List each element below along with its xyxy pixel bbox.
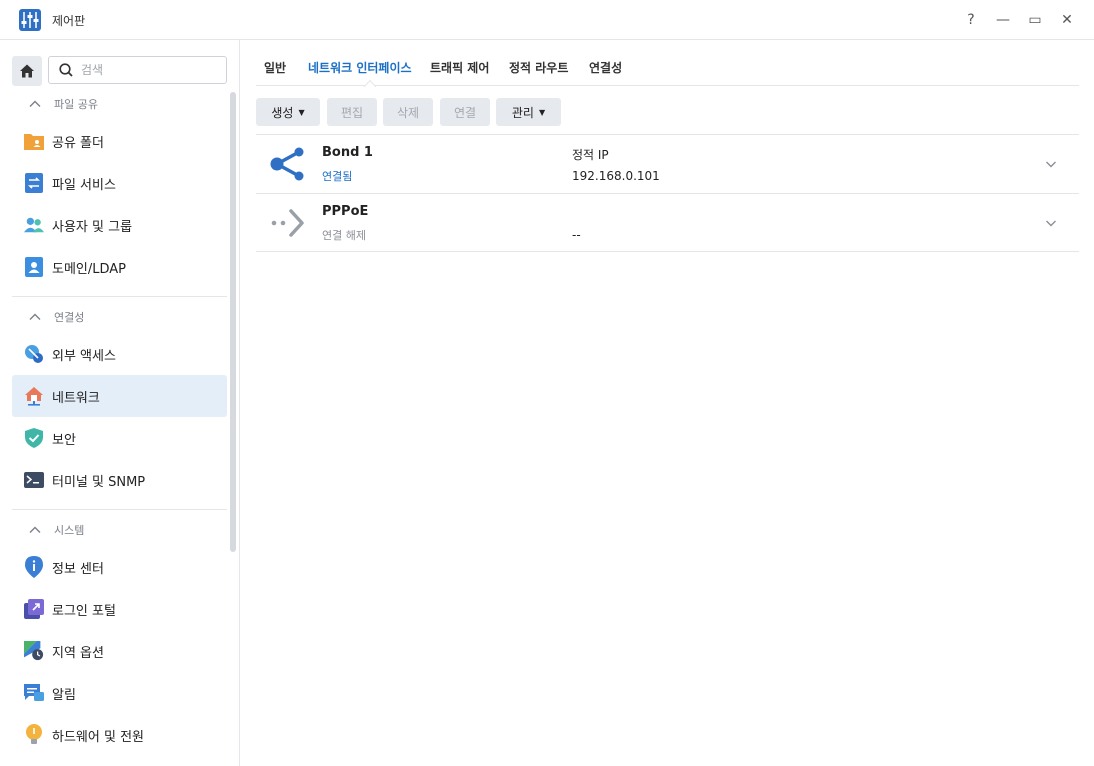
search-box[interactable] (48, 56, 227, 84)
interface-name: Bond 1 (322, 145, 373, 160)
pppoe-arrow-icon (271, 209, 304, 237)
manage-button[interactable]: 관리 ▼ (496, 98, 561, 126)
sidebar-item-login-portal[interactable]: 로그인 포털 (12, 588, 227, 630)
sidebar-scrollbar[interactable] (230, 92, 236, 552)
sidebar-item-shared-folder[interactable]: 공유 폴더 (12, 120, 227, 162)
chevron-up-icon (29, 313, 41, 320)
terminal-icon (24, 470, 44, 490)
section-header-connectivity[interactable]: 연결성 (28, 307, 84, 327)
hardware-power-icon (24, 724, 44, 745)
interface-row-pppoe[interactable]: PPPoE 연결 해제 -- (256, 193, 1079, 252)
connect-button[interactable]: 연결 (440, 98, 490, 126)
close-button[interactable]: ✕ (1057, 10, 1077, 30)
domain-ldap-icon (24, 257, 44, 277)
network-icon (24, 386, 44, 406)
tab-traffic-control[interactable]: 트래픽 제어 (430, 59, 489, 76)
ip-address: 192.168.0.101 (572, 169, 660, 183)
sidebar-item-hardware-power[interactable]: 하드웨어 및 전원 (12, 714, 227, 756)
window-title: 제어판 (52, 14, 86, 28)
sidebar-item-security[interactable]: 보안 (12, 417, 227, 459)
delete-button[interactable]: 삭제 (383, 98, 433, 126)
sidebar-item-user-group[interactable]: 사용자 및 그룹 (12, 204, 227, 246)
search-input[interactable] (81, 63, 211, 77)
info-center-icon (24, 556, 44, 578)
maximize-button[interactable]: ▭ (1025, 10, 1045, 30)
tab-connectivity[interactable]: 연결성 (589, 59, 622, 76)
chevron-down-icon[interactable] (1044, 216, 1058, 230)
minimize-button[interactable]: — (993, 10, 1013, 30)
control-panel-app-icon (19, 9, 41, 31)
sidebar-item-network[interactable]: 네트워크 (12, 375, 227, 417)
shared-folder-icon (24, 131, 44, 151)
edit-button[interactable]: 편집 (327, 98, 377, 126)
interface-row-bond[interactable]: Bond 1 연결됨 정적 IP 192.168.0.101 (256, 134, 1079, 193)
chevron-down-icon[interactable] (1044, 157, 1058, 171)
sidebar-item-file-services[interactable]: 파일 서비스 (12, 162, 227, 204)
search-icon (59, 63, 73, 77)
caret-down-icon: ▼ (298, 107, 305, 117)
main-panel: 일반 네트워크 인터페이스 트래픽 제어 정적 라우트 연결성 생성 ▼ 편집 삭… (241, 40, 1094, 766)
login-portal-icon (24, 599, 44, 619)
sidebar-item-external-access[interactable]: 외부 액세스 (12, 333, 227, 375)
tab-static-route[interactable]: 정적 라우트 (509, 59, 568, 76)
section-title: 파일 공유 (54, 98, 98, 111)
sidebar-item-notification[interactable]: 알림 (12, 672, 227, 714)
section-title: 시스템 (54, 524, 85, 537)
sidebar-item-terminal-snmp[interactable]: 터미널 및 SNMP (12, 459, 227, 501)
help-button[interactable]: ? (961, 10, 981, 30)
tab-bar: 일반 네트워크 인터페이스 트래픽 제어 정적 라우트 연결성 (256, 40, 1079, 87)
interface-list: Bond 1 연결됨 정적 IP 192.168.0.101 PPPoE 연결 … (256, 134, 1079, 252)
notification-icon (24, 683, 44, 703)
sidebar-item-info-center[interactable]: 정보 센터 (12, 546, 227, 588)
section-header-system[interactable]: 시스템 (28, 520, 84, 540)
caret-down-icon: ▼ (538, 107, 546, 117)
section-divider (12, 296, 227, 297)
regional-options-icon (24, 641, 44, 661)
sidebar-item-domain-ldap[interactable]: 도메인/LDAP (12, 246, 227, 288)
sidebar-item-regional-options[interactable]: 지역 옵션 (12, 630, 227, 672)
ip-address: -- (572, 228, 581, 242)
interface-status: 연결 해제 (322, 229, 366, 242)
bond-share-icon (270, 147, 304, 181)
home-button[interactable] (12, 56, 42, 86)
section-header-file-sharing[interactable]: 파일 공유 (28, 94, 98, 114)
external-access-icon (24, 344, 44, 364)
ip-type-label: 정적 IP (572, 148, 609, 162)
tab-network-interface[interactable]: 네트워크 인터페이스 (308, 59, 412, 76)
file-services-icon (24, 173, 44, 193)
chevron-up-icon (29, 100, 41, 107)
interface-status: 연결됨 (322, 170, 353, 183)
tab-general[interactable]: 일반 (264, 59, 286, 76)
interface-name: PPPoE (322, 204, 369, 219)
home-icon (20, 64, 34, 78)
chevron-up-icon (29, 526, 41, 533)
sidebar: 파일 공유 공유 폴더 파일 서비스 사용자 및 그룹 도메인/LDAP 연결성… (0, 40, 240, 766)
user-group-icon (24, 215, 44, 235)
title-bar: 제어판 ? — ▭ ✕ (0, 0, 1094, 40)
section-title: 연결성 (54, 311, 85, 324)
section-divider (12, 509, 227, 510)
create-button[interactable]: 생성 ▼ (256, 98, 320, 126)
security-shield-icon (24, 428, 44, 448)
active-tab-indicator (364, 79, 376, 87)
